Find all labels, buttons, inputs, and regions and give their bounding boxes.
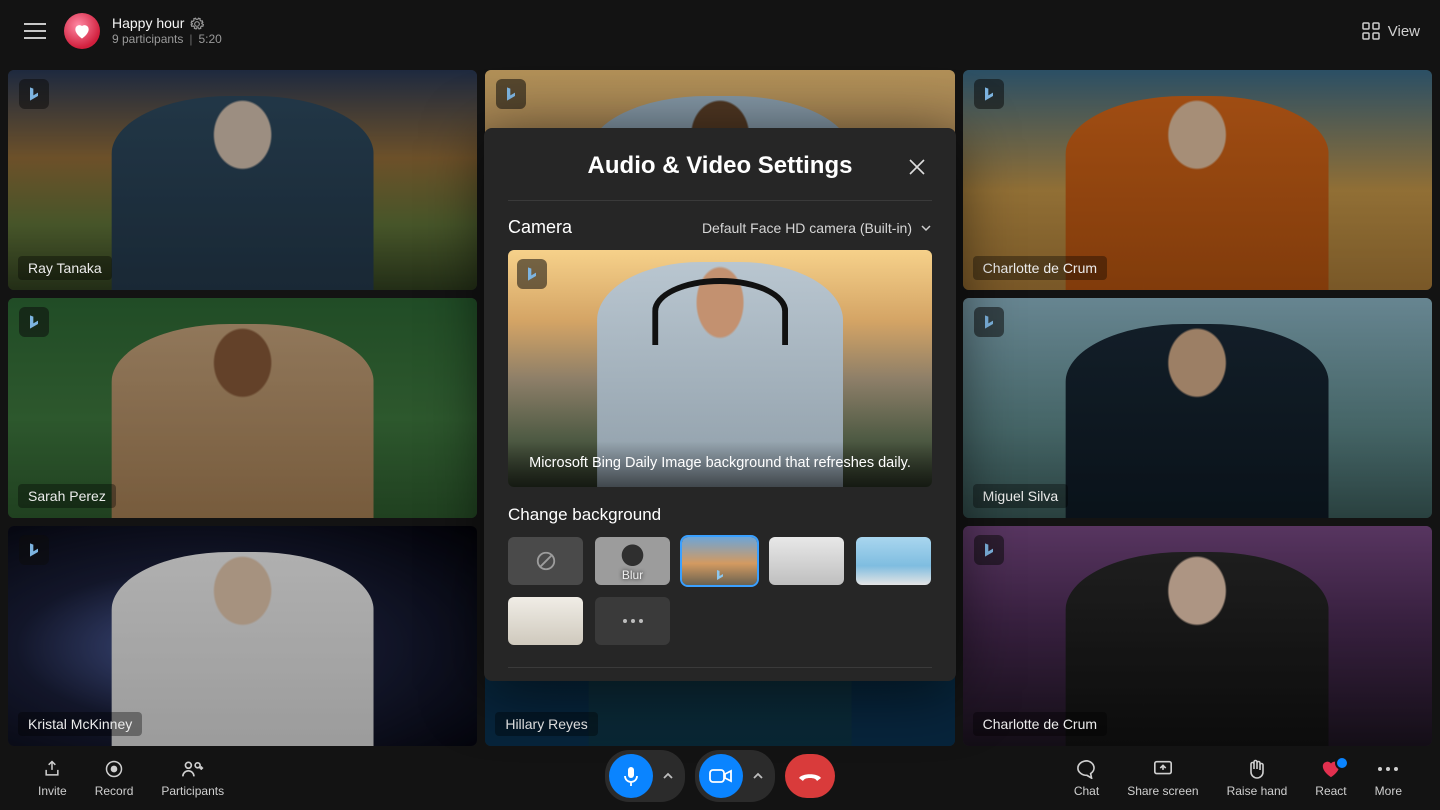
av-settings-modal: Audio & Video Settings Camera Default Fa… <box>484 128 956 681</box>
no-background-icon <box>535 550 557 572</box>
bg-beach[interactable] <box>856 537 931 585</box>
bing-badge <box>19 307 49 337</box>
ellipsis-icon <box>1377 766 1399 772</box>
invite-button[interactable]: Invite <box>24 758 81 798</box>
heart-icon <box>72 21 92 41</box>
chevron-up-icon <box>752 770 764 782</box>
preview-caption: Microsoft Bing Daily Image background th… <box>508 441 932 487</box>
chevron-down-icon <box>920 222 932 234</box>
participant-name: Charlotte de Crum <box>973 712 1107 736</box>
video-button[interactable] <box>699 754 743 798</box>
meeting-avatar <box>64 13 100 49</box>
chevron-up-icon <box>662 770 674 782</box>
participant-name: Charlotte de Crum <box>973 256 1107 280</box>
bing-badge <box>517 259 547 289</box>
grid-icon <box>1362 22 1380 40</box>
participant-tile[interactable]: Charlotte de Crum <box>963 70 1432 290</box>
bing-badge <box>19 79 49 109</box>
meeting-meta: Happy hour 9 participants | 5:20 <box>112 15 222 46</box>
react-button[interactable]: React <box>1301 758 1360 798</box>
bing-badge <box>974 535 1004 565</box>
people-icon <box>181 759 205 779</box>
bg-more[interactable] <box>595 597 670 645</box>
participants-button[interactable]: Participants <box>147 758 238 798</box>
share-up-icon <box>42 759 62 779</box>
hamburger-icon <box>24 23 46 39</box>
record-button[interactable]: Record <box>81 758 148 798</box>
participant-name: Sarah Perez <box>18 484 116 508</box>
hand-icon <box>1247 758 1267 780</box>
share-screen-icon <box>1152 759 1174 779</box>
chat-button[interactable]: Chat <box>1060 758 1113 798</box>
participant-name: Hillary Reyes <box>495 712 597 736</box>
participant-name: Kristal McKinney <box>18 712 142 736</box>
bg-none[interactable] <box>508 537 583 585</box>
end-call-button[interactable] <box>785 754 835 798</box>
camera-preview: Microsoft Bing Daily Image background th… <box>508 250 932 487</box>
participants-count: 9 participants <box>112 32 183 46</box>
raise-hand-button[interactable]: Raise hand <box>1213 758 1302 798</box>
menu-button[interactable] <box>16 12 54 50</box>
mic-options[interactable] <box>655 754 681 798</box>
bing-icon <box>714 569 726 581</box>
bing-badge <box>974 307 1004 337</box>
mute-button[interactable] <box>609 754 653 798</box>
participant-tile[interactable]: Miguel Silva <box>963 298 1432 518</box>
hangup-icon <box>797 770 823 782</box>
gear-icon[interactable] <box>190 17 204 31</box>
chat-icon <box>1076 759 1098 779</box>
video-icon <box>709 768 733 784</box>
camera-selected-value: Default Face HD camera (Built-in) <box>702 220 912 236</box>
camera-select[interactable]: Default Face HD camera (Built-in) <box>702 220 932 236</box>
participant-name: Ray Tanaka <box>18 256 112 280</box>
bg-room[interactable] <box>769 537 844 585</box>
background-options: Blur <box>508 537 932 645</box>
microphone-icon <box>621 765 641 787</box>
participant-tile[interactable]: Charlotte de Crum <box>963 526 1432 746</box>
close-button[interactable] <box>902 152 932 182</box>
bing-badge <box>974 79 1004 109</box>
change-background-label: Change background <box>508 487 932 537</box>
more-button[interactable]: More <box>1361 758 1416 798</box>
camera-section-label: Camera <box>508 217 572 238</box>
participant-tile[interactable]: Kristal McKinney <box>8 526 477 746</box>
modal-title: Audio & Video Settings <box>508 152 932 180</box>
bing-badge <box>19 535 49 565</box>
share-screen-button[interactable]: Share screen <box>1113 758 1212 798</box>
meeting-title: Happy hour <box>112 15 184 32</box>
participant-name: Miguel Silva <box>973 484 1068 508</box>
bg-hall[interactable] <box>508 597 583 645</box>
notification-dot <box>1335 756 1349 770</box>
audio-section-label: AUDIO <box>508 667 932 681</box>
bg-blur[interactable]: Blur <box>595 537 670 585</box>
close-icon <box>908 158 926 176</box>
ellipsis-icon <box>621 618 645 624</box>
record-icon <box>104 759 124 779</box>
blur-label: Blur <box>595 568 670 582</box>
participant-tile[interactable]: Sarah Perez <box>8 298 477 518</box>
view-mode-button[interactable]: View <box>1358 16 1424 46</box>
bg-bing-daily[interactable] <box>682 537 757 585</box>
call-duration: 5:20 <box>199 32 222 46</box>
call-controls <box>605 750 835 802</box>
participant-tile[interactable]: Ray Tanaka <box>8 70 477 290</box>
view-label: View <box>1388 23 1420 40</box>
video-options[interactable] <box>745 754 771 798</box>
bing-badge <box>496 79 526 109</box>
